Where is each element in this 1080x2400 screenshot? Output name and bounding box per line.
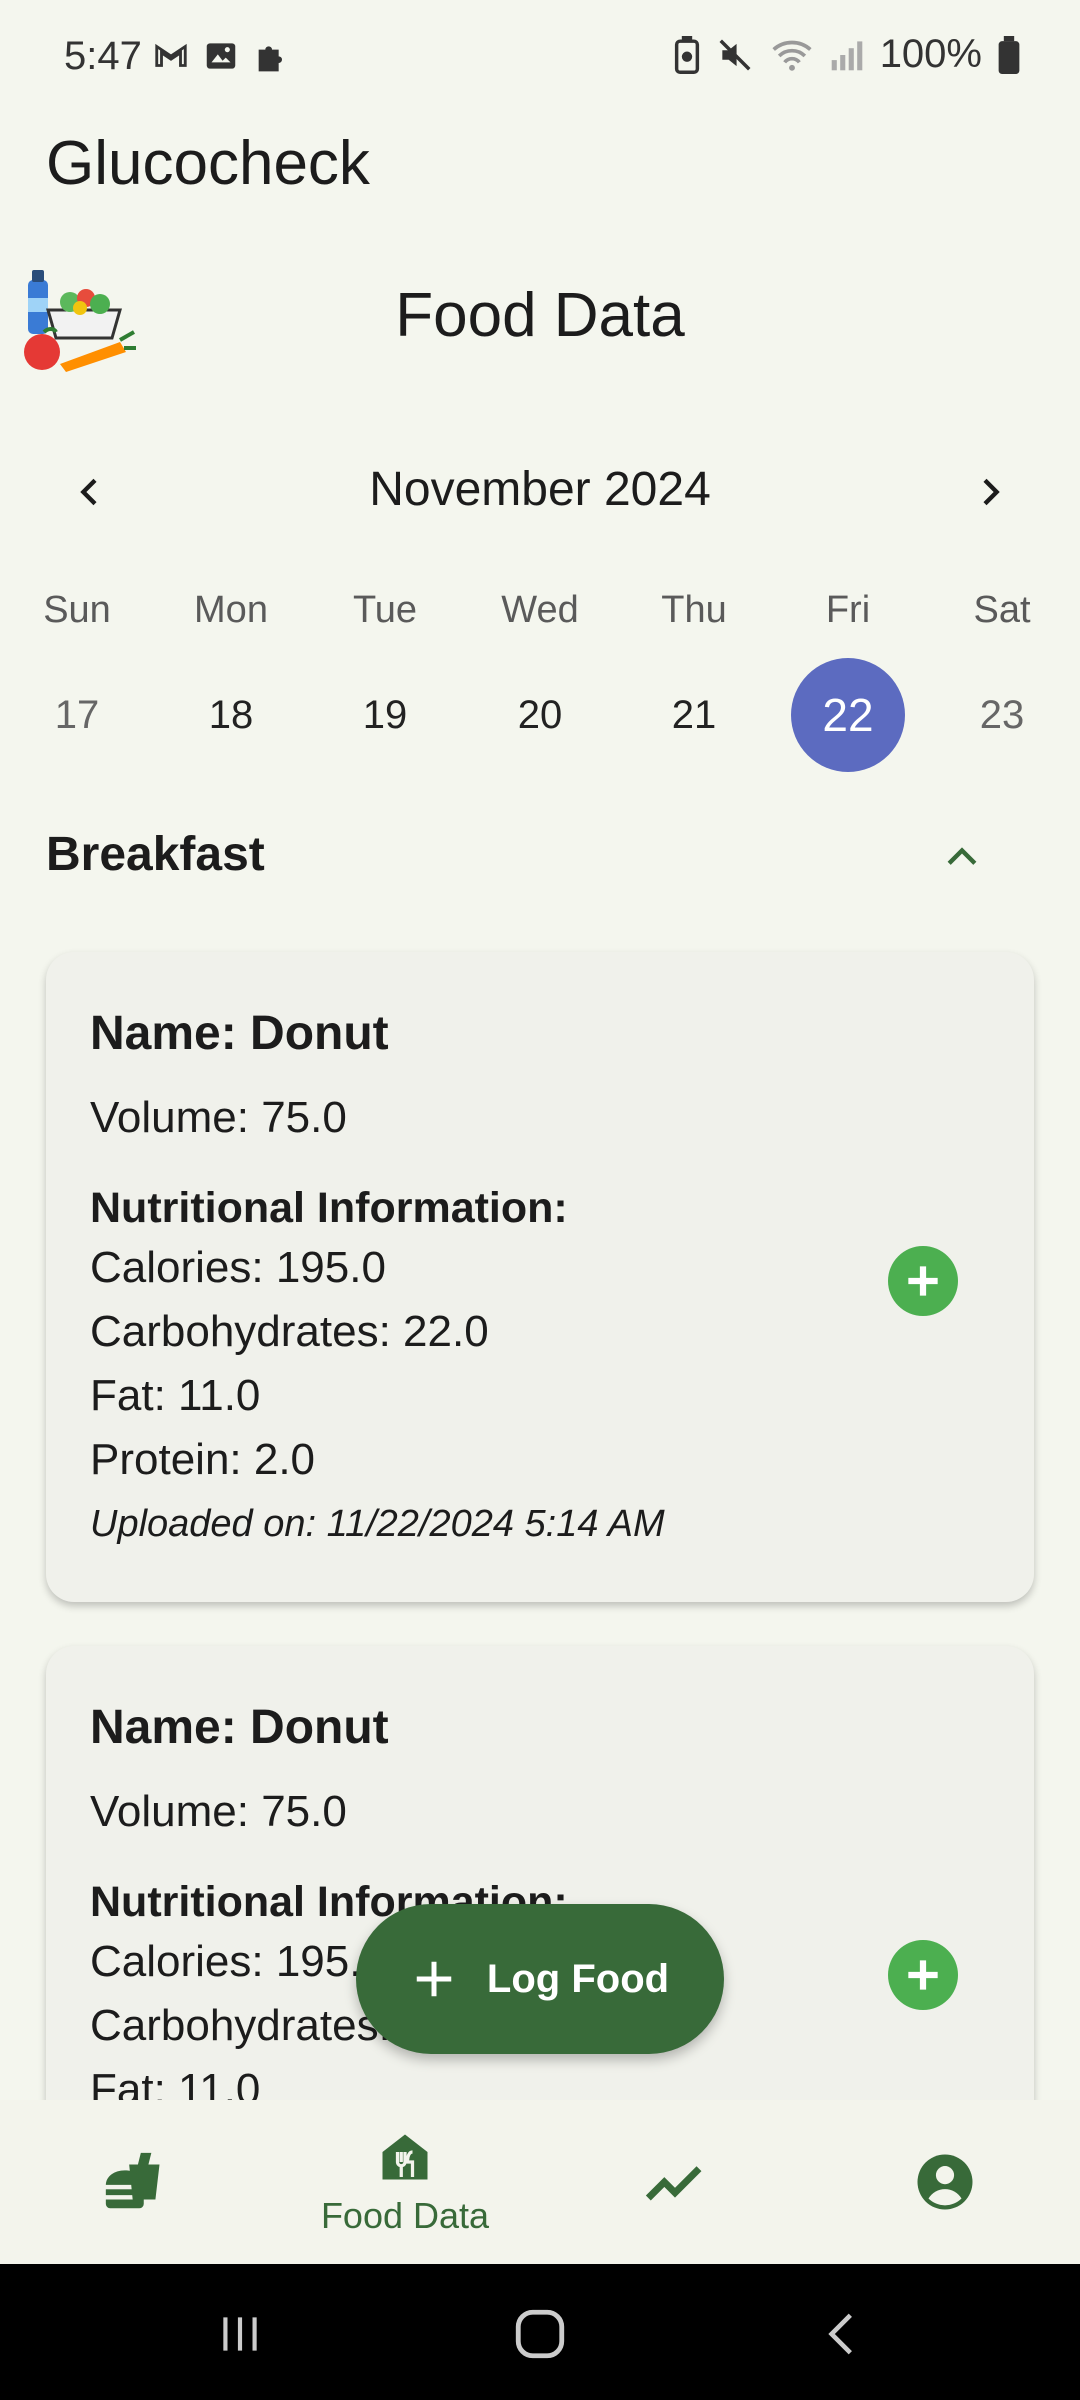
back-icon (828, 2313, 852, 2355)
breakfast-section-header[interactable]: Breakfast (46, 820, 1034, 890)
status-bar: 5:47 100% (0, 0, 1080, 118)
day-number: 17 (54, 693, 100, 737)
add-entry-button[interactable] (888, 1246, 958, 1316)
log-food-label: Log Food (486, 1956, 670, 2001)
home-icon (515, 2309, 565, 2359)
calories: Calories: 195.0 (90, 1243, 386, 1292)
puzzle-icon (258, 46, 282, 72)
bottom-navigation: Food Data (0, 2100, 1080, 2264)
food-name: Name: Donut (90, 1701, 389, 1754)
plus-icon (416, 1961, 452, 1997)
food-volume: Volume: 75.0 (90, 1787, 347, 1836)
account-icon (917, 2154, 973, 2210)
day-name: Wed (501, 589, 579, 631)
trend-icon (645, 2166, 702, 2201)
day-name: Sat (973, 589, 1031, 631)
add-entry-button[interactable] (888, 1940, 958, 2010)
day-mon[interactable]: Mon 18 (154, 580, 308, 772)
home-button[interactable] (500, 2294, 580, 2374)
protein: Protein: 2.0 (90, 1435, 316, 1484)
day-number: 19 (362, 693, 408, 737)
nav-item-account[interactable] (810, 2100, 1080, 2264)
day-sun[interactable]: Sun 17 (0, 580, 154, 772)
day-wed[interactable]: Wed 20 (463, 580, 617, 772)
day-tue[interactable]: Tue 19 (308, 580, 462, 772)
plus-icon (908, 1960, 938, 1990)
gallery-icon (206, 43, 236, 69)
carbohydrates: Carbohydrates: 22.0 (90, 1307, 489, 1356)
selected-day-number: 22 (791, 658, 905, 772)
signal-icon (831, 40, 862, 70)
day-name: Fri (825, 589, 871, 631)
gmail-icon (155, 43, 187, 67)
wifi-icon (772, 40, 812, 71)
day-thu[interactable]: Thu 21 (617, 580, 771, 772)
food-entry-card[interactable]: Name: Donut Volume: 75.0 Nutritional Inf… (46, 1646, 1034, 2146)
recent-apps-button[interactable] (200, 2294, 280, 2374)
month-navigation: November 2024 (0, 452, 1080, 528)
month-label: November 2024 (369, 463, 711, 516)
system-navigation-bar (0, 2264, 1080, 2400)
next-month-button[interactable] (958, 460, 1022, 524)
chevron-right-icon (983, 478, 1000, 506)
day-name: Sun (43, 589, 111, 631)
day-name: Mon (194, 589, 268, 631)
chevron-up-icon[interactable] (940, 834, 984, 878)
day-name: Tue (352, 589, 418, 631)
day-sat[interactable]: Sat 23 (925, 580, 1079, 772)
nutrition-heading: Nutritional Information: (90, 1184, 568, 1232)
app-title: Glucocheck (46, 129, 370, 198)
mute-icon (719, 39, 751, 70)
day-name: Thu (661, 589, 727, 631)
food-name: Name: Donut (90, 1007, 389, 1060)
fastfood-icon (105, 2152, 160, 2209)
plus-icon (908, 1266, 938, 1296)
section-title: Breakfast (46, 828, 265, 881)
battery-percent: 100% (879, 32, 982, 76)
back-button[interactable] (802, 2294, 882, 2374)
nav-item-trends[interactable] (540, 2100, 810, 2264)
week-strip: Sun 17 Mon 18 Tue 19 Wed 20 Thu 21 Fri 2… (0, 580, 1080, 772)
fat: Fat: 11.0 (90, 1371, 261, 1420)
battery-icon (998, 35, 1020, 74)
day-number: 20 (517, 693, 563, 737)
battery-saver-icon (674, 35, 699, 74)
day-number: 23 (979, 693, 1025, 737)
day-fri[interactable]: Fri 22 (771, 580, 925, 772)
food-data-icon (382, 2134, 428, 2180)
uploaded-timestamp: Uploaded on: 11/22/2024 5:14 AM (90, 1503, 665, 1545)
nav-item-food-data[interactable]: Food Data (270, 2100, 540, 2264)
food-entry-card[interactable]: Name: Donut Volume: 75.0 Nutritional Inf… (46, 952, 1034, 1602)
status-time: 5:47 (64, 34, 142, 78)
page-heading: Food Data (395, 281, 685, 350)
food-volume: Volume: 75.0 (90, 1093, 347, 1142)
nav-item-meals[interactable] (0, 2100, 270, 2264)
nav-label-food-data: Food Data (320, 2195, 490, 2236)
recent-apps-icon (223, 2317, 257, 2351)
log-food-button[interactable]: Log Food (356, 1904, 724, 2054)
day-number: 18 (208, 693, 254, 737)
day-number: 21 (671, 693, 717, 737)
